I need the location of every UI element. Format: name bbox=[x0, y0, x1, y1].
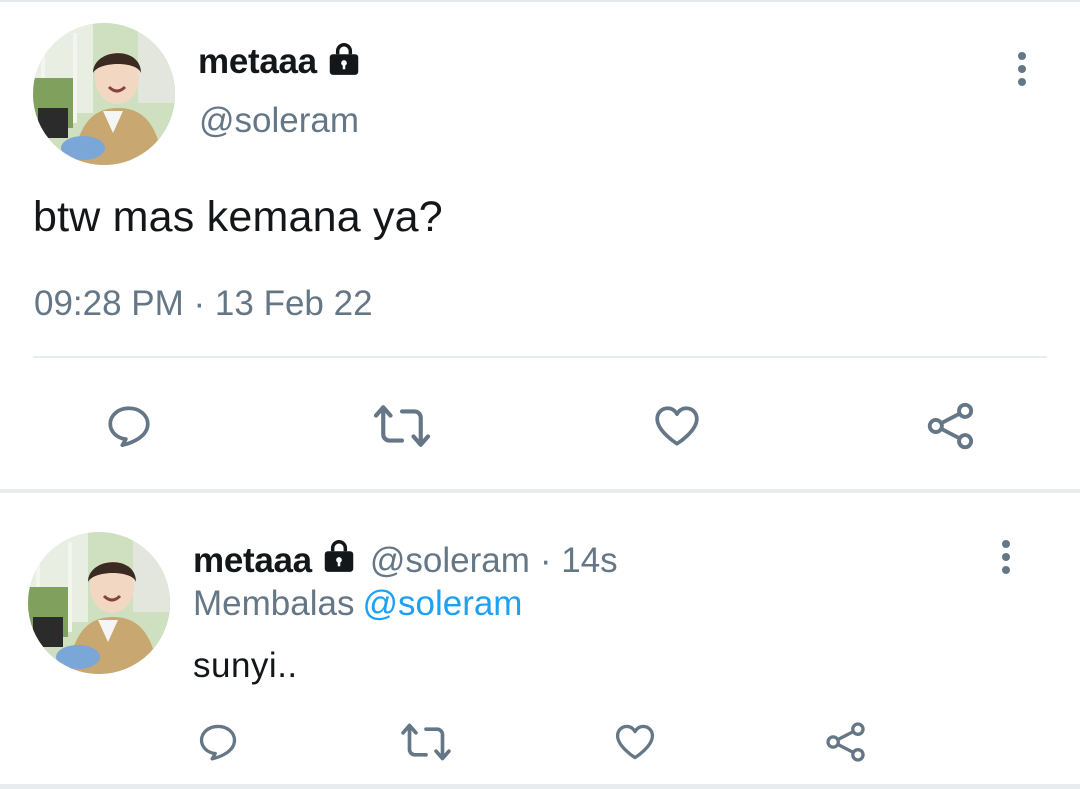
bottom-divider bbox=[0, 784, 1080, 789]
share-icon bbox=[826, 722, 865, 762]
reply-icon bbox=[108, 406, 150, 448]
reply-button[interactable] bbox=[100, 397, 158, 455]
tweet-text: btw mas kemana ya? bbox=[33, 193, 443, 241]
reply-icon bbox=[199, 724, 237, 761]
display-name[interactable]: metaaa bbox=[198, 42, 317, 82]
reply-display-name[interactable]: metaaa bbox=[193, 541, 312, 581]
reply-author-row: metaaa @soleram · 14s bbox=[193, 537, 618, 584]
like-icon bbox=[615, 724, 655, 760]
mention-link[interactable]: @soleram bbox=[362, 584, 522, 623]
lock-icon bbox=[325, 40, 363, 83]
section-divider bbox=[0, 489, 1080, 493]
author-name-row: metaaa bbox=[198, 40, 363, 83]
replying-to: Membalas @soleram bbox=[193, 584, 522, 624]
reply-time: · 14s bbox=[539, 540, 618, 580]
more-options-icon[interactable] bbox=[1016, 52, 1028, 86]
reply-handle[interactable]: @soleram bbox=[370, 541, 530, 581]
reply-share-button[interactable] bbox=[822, 718, 870, 766]
retweet-button[interactable] bbox=[371, 397, 433, 455]
top-divider bbox=[0, 0, 1080, 2]
like-button[interactable] bbox=[648, 397, 706, 455]
reply-like-button[interactable] bbox=[611, 718, 659, 766]
replying-label: Membalas bbox=[193, 584, 355, 623]
reply-more-options-icon[interactable] bbox=[1000, 540, 1012, 574]
tweet-timestamp[interactable]: 09:28 PM · 13 Feb 22 bbox=[34, 284, 373, 324]
share-button[interactable] bbox=[922, 397, 980, 455]
retweet-icon bbox=[373, 405, 431, 447]
retweet-icon bbox=[401, 723, 451, 761]
reply-retweet-button[interactable] bbox=[400, 718, 452, 766]
tweet-detail-screen: metaaa @soleram btw mas kemana ya? 09:28… bbox=[0, 0, 1080, 789]
divider bbox=[33, 356, 1047, 358]
handle[interactable]: @soleram bbox=[199, 101, 359, 141]
reply-text: sunyi.. bbox=[193, 646, 298, 685]
share-icon bbox=[927, 402, 974, 450]
avatar[interactable] bbox=[33, 23, 175, 165]
reply-reply-button[interactable] bbox=[194, 718, 242, 766]
reply-avatar[interactable] bbox=[28, 532, 170, 674]
lock-icon bbox=[320, 537, 358, 584]
like-icon bbox=[655, 406, 699, 446]
